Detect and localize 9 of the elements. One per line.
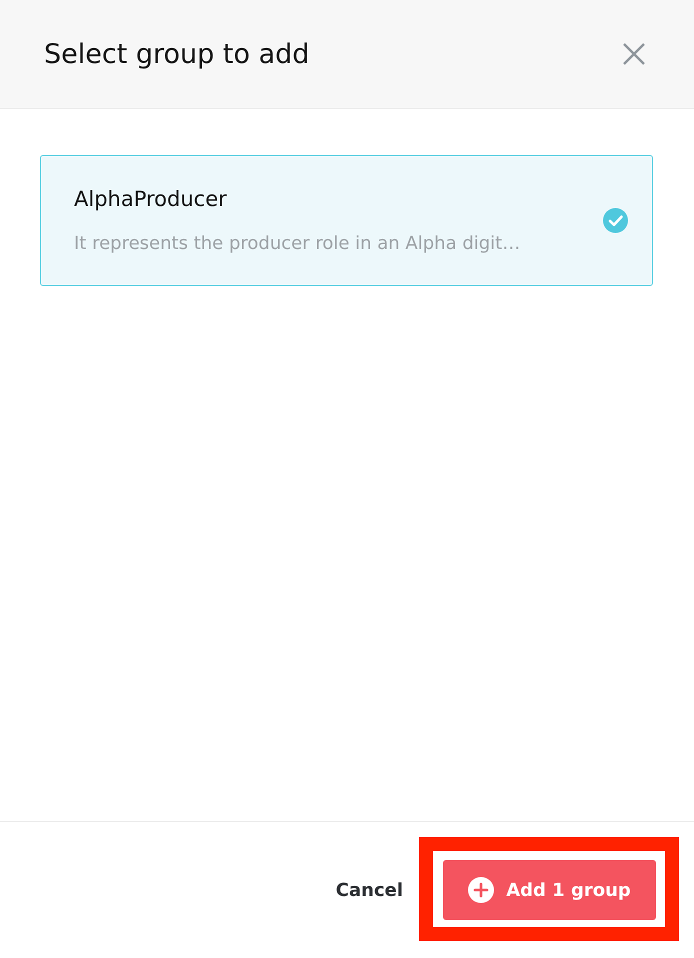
group-description: It represents the producer role in an Alpha digit… xyxy=(74,233,520,254)
cancel-button[interactable]: Cancel xyxy=(336,874,403,906)
close-button[interactable] xyxy=(622,42,646,66)
dialog-title: Select group to add xyxy=(44,38,310,70)
check-icon xyxy=(603,208,628,233)
close-icon xyxy=(622,42,646,66)
group-name: AlphaProducer xyxy=(74,187,227,211)
plus-circle-icon xyxy=(468,877,494,903)
group-option[interactable]: AlphaProducer It represents the producer role in an Alpha digit… xyxy=(40,155,653,286)
